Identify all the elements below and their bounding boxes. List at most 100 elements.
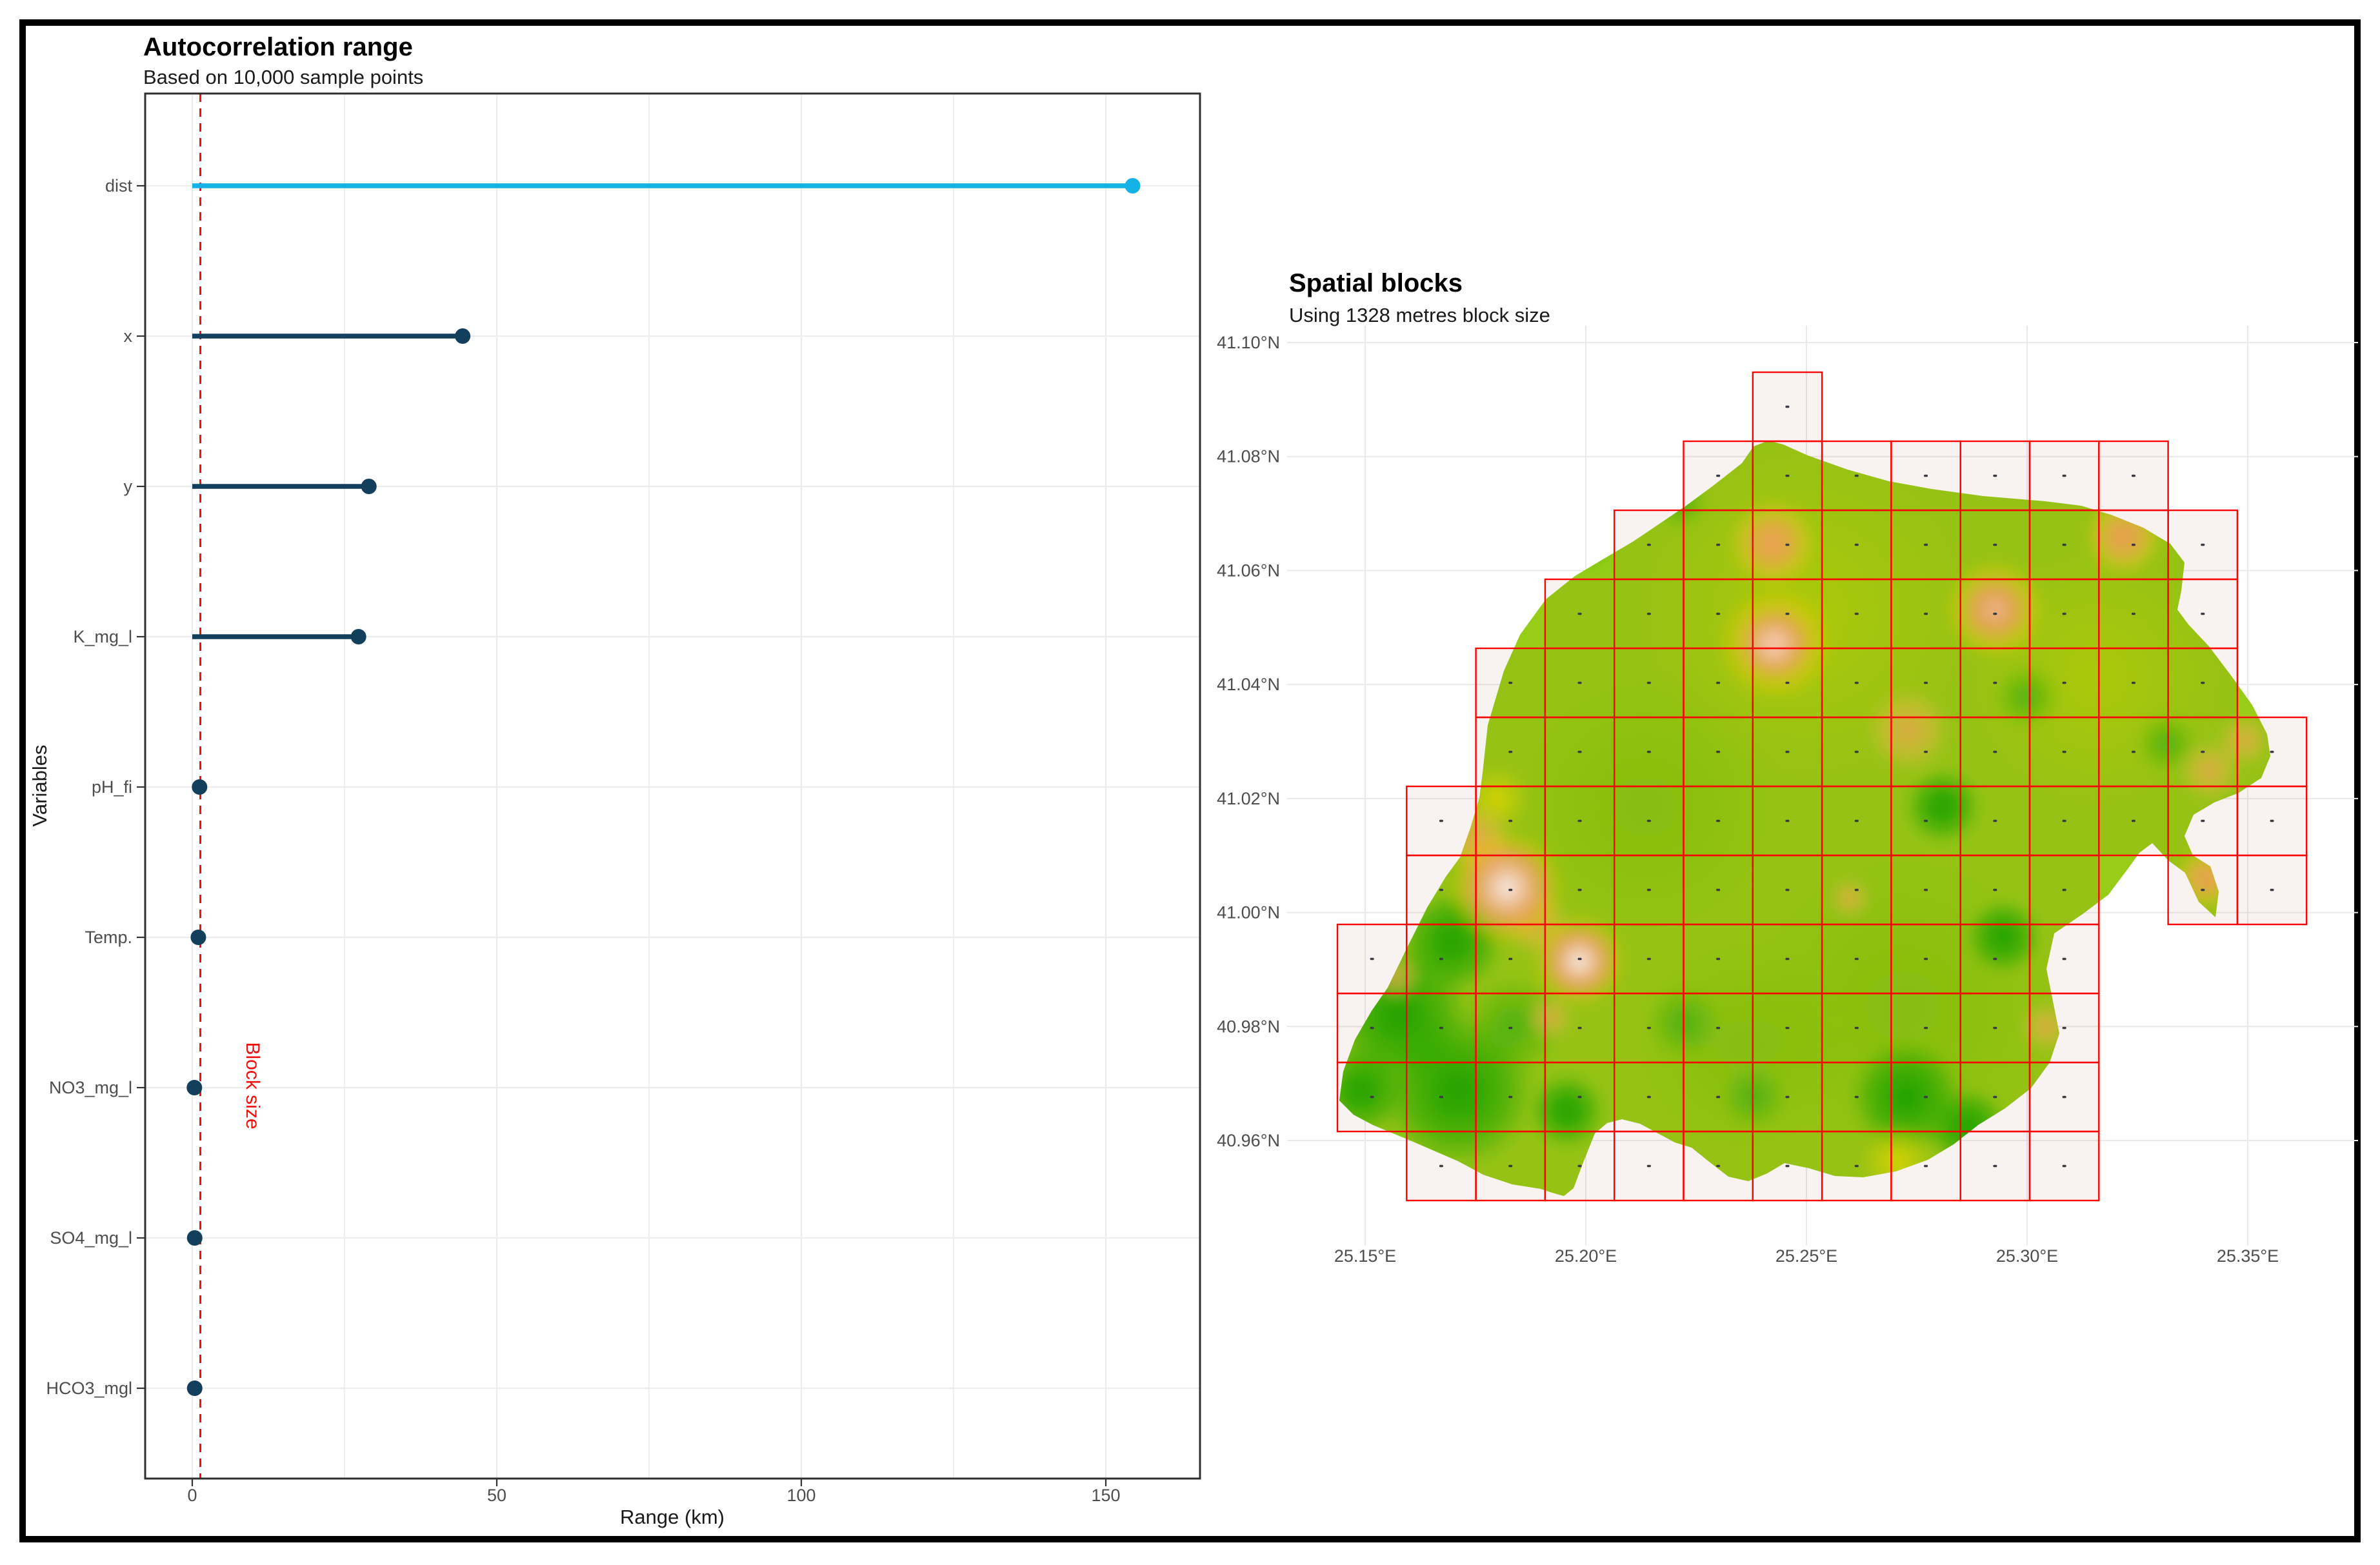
block-center-dot xyxy=(1993,612,1997,615)
block-center-dot xyxy=(1646,612,1651,615)
block-center-dot xyxy=(1854,1164,1859,1168)
block-center-dot xyxy=(1785,750,1790,753)
lollipop-dot xyxy=(361,479,377,494)
block-center-dot xyxy=(1439,957,1443,961)
map-y-tick-label: 41.00°N xyxy=(1217,903,1280,922)
x-tick-label: 0 xyxy=(187,1486,197,1505)
y-tick-label: SO4_mg_l xyxy=(50,1228,132,1248)
block-center-dot xyxy=(1924,1095,1928,1099)
block-center-dot xyxy=(2062,681,2066,684)
block-center-dot xyxy=(2201,543,2205,546)
block-center-dot xyxy=(2062,957,2066,961)
block-center-dot xyxy=(1924,750,1928,753)
map-x-tick-label: 25.20°E xyxy=(1555,1246,1617,1266)
block-center-dot xyxy=(1854,681,1859,684)
block-center-dot xyxy=(2062,1164,2066,1168)
block-center-dot xyxy=(1924,888,1928,892)
block-center-dot xyxy=(1716,750,1721,753)
block-center-dot xyxy=(1646,681,1651,684)
block-center-dot xyxy=(1577,1164,1582,1168)
block-center-dot xyxy=(2062,750,2066,753)
block-center-dot xyxy=(1993,1026,1997,1030)
block-center-dot xyxy=(1508,957,1513,961)
block-center-dot xyxy=(1993,1095,1997,1099)
block-center-dot xyxy=(1785,888,1790,892)
block-center-dot xyxy=(1924,1026,1928,1030)
block-center-dot xyxy=(1924,957,1928,961)
block-center-dot xyxy=(1785,405,1790,408)
left-plot-title: Autocorrelation range xyxy=(143,33,413,61)
map-x-tick-label: 25.35°E xyxy=(2217,1246,2279,1266)
block-center-dot xyxy=(1716,957,1721,961)
right-plot-title: Spatial blocks xyxy=(1289,269,1463,297)
block-center-dot xyxy=(2131,612,2135,615)
x-tick-label: 150 xyxy=(1091,1486,1120,1505)
block-center-dot xyxy=(1854,612,1859,615)
block-center-dot xyxy=(2062,474,2066,477)
block-center-dot xyxy=(1439,1164,1443,1168)
block-center-dot xyxy=(1370,1026,1374,1030)
map-x-tick-label: 25.15°E xyxy=(1334,1246,1396,1266)
block-center-dot xyxy=(1854,819,1859,822)
block-center-dot xyxy=(2131,819,2135,822)
block-center-dot xyxy=(1924,612,1928,615)
block-center-dot xyxy=(1439,1026,1443,1030)
block-center-dot xyxy=(1646,750,1651,753)
block-center-dot xyxy=(1646,543,1651,546)
block-center-dot xyxy=(1785,681,1790,684)
left-y-axis-title: Variables xyxy=(28,745,51,827)
block-center-dot xyxy=(1646,1026,1651,1030)
block-center-dot xyxy=(1854,750,1859,753)
left-plot-subtitle: Based on 10,000 sample points xyxy=(143,66,423,88)
block-center-dot xyxy=(1993,819,1997,822)
map-y-tick-label: 41.06°N xyxy=(1217,561,1280,580)
lollipop-dot xyxy=(1125,178,1141,194)
map-y-tick-label: 41.10°N xyxy=(1217,333,1280,352)
map-y-tick-label: 41.02°N xyxy=(1217,789,1280,808)
block-center-dot xyxy=(1716,474,1721,477)
block-center-dot xyxy=(1924,1164,1928,1168)
block-size-line-label: Block size xyxy=(242,1042,263,1129)
block-center-dot xyxy=(1854,888,1859,892)
block-center-dot xyxy=(1577,957,1582,961)
block-center-dot xyxy=(1993,681,1997,684)
block-center-dot xyxy=(1993,888,1997,892)
block-center-dot xyxy=(2062,888,2066,892)
map-x-tick-label: 25.30°E xyxy=(1996,1246,2058,1266)
block-center-dot xyxy=(1785,1164,1790,1168)
block-center-dot xyxy=(1646,1095,1651,1099)
block-center-dot xyxy=(1924,681,1928,684)
block-center-dot xyxy=(1508,681,1513,684)
block-center-dot xyxy=(1785,1095,1790,1099)
map-y-tick-label: 41.04°N xyxy=(1217,675,1280,694)
block-center-dot xyxy=(1854,474,1859,477)
block-center-dot xyxy=(1993,474,1997,477)
lollipop-dot xyxy=(190,930,206,945)
block-center-dot xyxy=(1577,612,1582,615)
block-center-dot xyxy=(1508,1026,1513,1030)
x-tick-label: 100 xyxy=(786,1486,815,1505)
block-center-dot xyxy=(1577,1026,1582,1030)
lollipop-dot xyxy=(186,1381,203,1396)
block-center-dot xyxy=(2270,750,2274,753)
block-center-dot xyxy=(1785,1026,1790,1030)
lollipop-dot xyxy=(192,779,208,795)
block-center-dot xyxy=(1924,474,1928,477)
y-tick-label: K_mg_l xyxy=(73,627,132,646)
block-center-dot xyxy=(1508,819,1513,822)
map-x-tick-label: 25.25°E xyxy=(1775,1246,1837,1266)
block-center-dot xyxy=(1439,819,1443,822)
block-center-dot xyxy=(1508,1164,1513,1168)
block-center-dot xyxy=(2131,750,2135,753)
left-x-axis-title: Range (km) xyxy=(620,1506,725,1528)
block-center-dot xyxy=(1785,957,1790,961)
block-center-dot xyxy=(1508,1095,1513,1099)
block-center-dot xyxy=(1577,750,1582,753)
block-center-dot xyxy=(2201,750,2205,753)
block-center-dot xyxy=(2062,1095,2066,1099)
block-center-dot xyxy=(1716,819,1721,822)
block-center-dot xyxy=(1993,1164,1997,1168)
block-center-dot xyxy=(2062,819,2066,822)
block-center-dot xyxy=(1716,612,1721,615)
block-center-dot xyxy=(1716,1095,1721,1099)
